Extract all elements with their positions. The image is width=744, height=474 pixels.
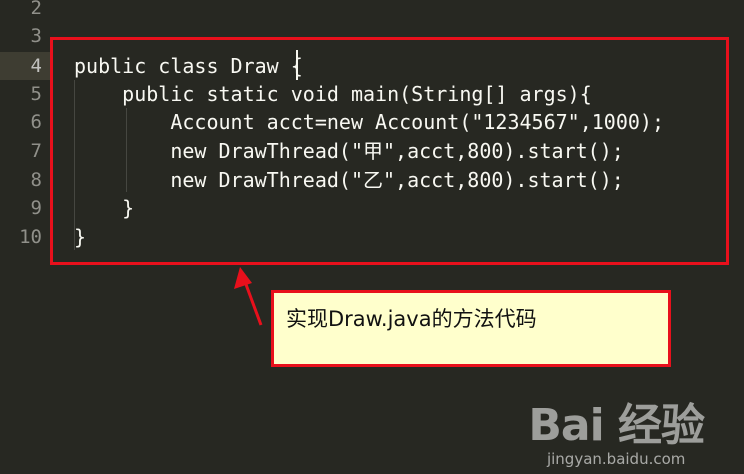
line-number: 6 (30, 111, 42, 133)
code-highlight-box (50, 37, 729, 265)
arrow-up-icon (234, 267, 263, 326)
baidu-jingyan-logo: Bai 经验 (528, 404, 705, 448)
line-number: 10 (19, 226, 42, 248)
line-number: 3 (30, 25, 42, 47)
callout-text: 实现Draw.java的方法代码 (286, 307, 537, 331)
line-number: 8 (30, 169, 42, 191)
callout-box: 实现Draw.java的方法代码 (271, 290, 671, 367)
line-number: 7 (30, 140, 42, 162)
watermark: Bai 经验 jingyan.baidu.com (528, 404, 705, 469)
line-number: 4 (30, 55, 42, 77)
line-number-gutter: 2 3 4 5 6 7 8 9 10 (0, 0, 52, 474)
line-number: 5 (30, 83, 42, 105)
watermark-url: jingyan.baidu.com (546, 450, 686, 468)
watermark-logo-text: Bai 经验 (528, 400, 705, 451)
line-number: 2 (30, 0, 42, 19)
line-number: 9 (30, 197, 42, 219)
